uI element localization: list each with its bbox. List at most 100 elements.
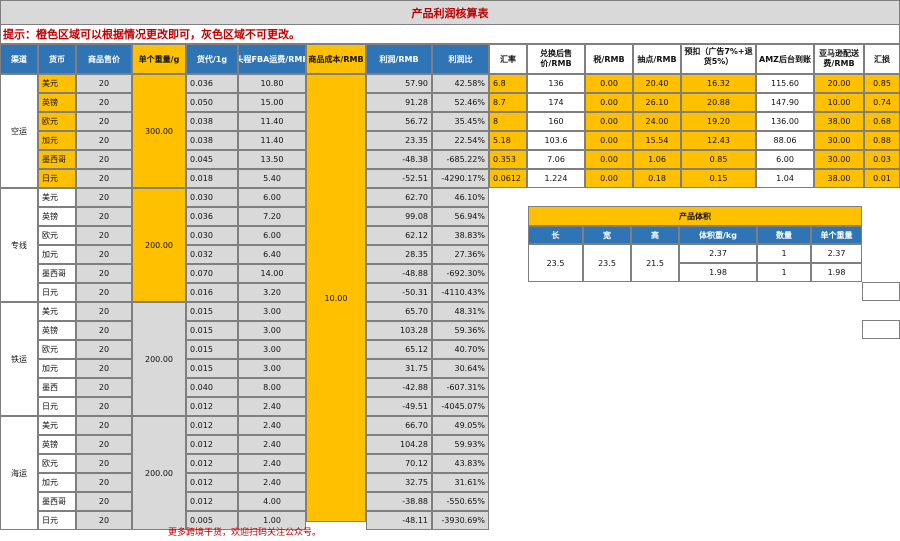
header-profit-ratio: 利润比 [432,44,489,74]
profit-ratio-cell: 42.58% [432,74,489,93]
exchange-rate-cell[interactable]: 0.353 [489,150,527,169]
fx-loss-cell[interactable]: 0.03 [864,150,900,169]
converted-price-cell: 7.06 [527,150,585,169]
withholding-cell[interactable]: 19.20 [681,112,756,131]
exchange-rate-cell[interactable]: 6.8 [489,74,527,93]
fx-loss-cell[interactable]: 0.01 [864,169,900,188]
volume-qty-2[interactable]: 1 [757,263,811,282]
currency-cell: 欧元 [38,226,76,245]
currency-cell: 日元 [38,169,76,188]
fba-cell: 13.50 [238,150,306,169]
currency-cell: 墨西哥 [38,264,76,283]
currency-cell: 加元 [38,245,76,264]
withholding-cell[interactable]: 12.43 [681,131,756,150]
volume-weight-1: 2.37 [679,244,757,263]
profit-ratio-cell: -692.30% [432,264,489,283]
price-cell: 20 [76,435,132,454]
rate-cell: 0.036 [186,207,238,226]
header-channel: 渠道 [0,44,38,74]
cost-cell[interactable]: 10.00 [306,74,366,522]
amz-received-cell: 6.00 [756,150,814,169]
amazon-shipping-cell[interactable]: 20.00 [814,74,864,93]
currency-cell: 墨西哥 [38,150,76,169]
commission-cell[interactable]: 0.18 [633,169,681,188]
profit-ratio-cell: 59.93% [432,435,489,454]
price-cell: 20 [76,74,132,93]
channel-cell: 专线 [0,188,38,302]
fx-loss-cell[interactable]: 0.74 [864,93,900,112]
tax-cell[interactable]: 0.00 [585,93,633,112]
header-weight: 单个重量/g [132,44,186,74]
price-cell: 20 [76,397,132,416]
withholding-cell[interactable]: 20.88 [681,93,756,112]
amazon-shipping-cell[interactable]: 38.00 [814,112,864,131]
empty-cell[interactable] [862,282,900,301]
profit-cell: 70.12 [366,454,432,473]
rate-cell: 0.015 [186,340,238,359]
amazon-shipping-cell[interactable]: 38.00 [814,169,864,188]
amz-received-cell: 136.00 [756,112,814,131]
profit-cell: 56.72 [366,112,432,131]
rate-cell: 0.038 [186,112,238,131]
volume-height[interactable]: 21.5 [631,244,679,282]
volume-qty-1[interactable]: 1 [757,244,811,263]
withholding-cell[interactable]: 16.32 [681,74,756,93]
commission-cell[interactable]: 26.10 [633,93,681,112]
rate-cell: 0.012 [186,435,238,454]
amazon-shipping-cell[interactable]: 30.00 [814,131,864,150]
profit-cell: 32.75 [366,473,432,492]
profit-cell: -52.51 [366,169,432,188]
tax-cell[interactable]: 0.00 [585,74,633,93]
fx-loss-cell[interactable]: 0.85 [864,74,900,93]
rate-cell: 0.012 [186,473,238,492]
price-cell: 20 [76,245,132,264]
header-fx-loss: 汇损 [864,44,900,74]
price-cell: 20 [76,302,132,321]
profit-ratio-cell: 48.31% [432,302,489,321]
tax-cell[interactable]: 0.00 [585,150,633,169]
withholding-cell[interactable]: 0.85 [681,150,756,169]
tax-cell[interactable]: 0.00 [585,131,633,150]
header-cost: 商品成本/RMB [306,44,366,74]
currency-cell: 美元 [38,188,76,207]
commission-cell[interactable]: 15.54 [633,131,681,150]
weight-cell[interactable]: 200.00 [132,188,186,302]
amazon-shipping-cell[interactable]: 30.00 [814,150,864,169]
price-cell: 20 [76,188,132,207]
volume-width[interactable]: 23.5 [583,244,631,282]
fba-cell: 6.00 [238,188,306,207]
profit-cell: 104.28 [366,435,432,454]
commission-cell[interactable]: 20.40 [633,74,681,93]
tip-bar: 提示：橙色区域可以根据情况更改即可，灰色区域不可更改。 [0,25,900,44]
withholding-cell[interactable]: 0.15 [681,169,756,188]
price-cell: 20 [76,131,132,150]
commission-cell[interactable]: 1.06 [633,150,681,169]
price-cell: 20 [76,283,132,302]
fx-loss-cell[interactable]: 0.68 [864,112,900,131]
commission-cell[interactable]: 24.00 [633,112,681,131]
profit-ratio-cell: -685.22% [432,150,489,169]
price-cell: 20 [76,454,132,473]
volume-header-width: 宽 [583,226,631,244]
exchange-rate-cell[interactable]: 8.7 [489,93,527,112]
empty-cell[interactable] [862,320,900,339]
weight-cell[interactable]: 300.00 [132,74,186,188]
volume-length[interactable]: 23.5 [528,244,583,282]
channel-cell: 铁运 [0,302,38,416]
currency-cell: 美元 [38,416,76,435]
currency-cell: 欧元 [38,340,76,359]
header-commission: 抽点/RMB [633,44,681,74]
price-cell: 20 [76,321,132,340]
weight-cell: 200.00 [132,302,186,416]
fx-loss-cell[interactable]: 0.88 [864,131,900,150]
exchange-rate-cell[interactable]: 5.18 [489,131,527,150]
exchange-rate-cell[interactable]: 0.0612 [489,169,527,188]
profit-cell: -42.88 [366,378,432,397]
fba-cell: 3.00 [238,302,306,321]
channel-cell: 海运 [0,416,38,530]
tax-cell[interactable]: 0.00 [585,112,633,131]
exchange-rate-cell[interactable]: 8 [489,112,527,131]
tax-cell[interactable]: 0.00 [585,169,633,188]
amazon-shipping-cell[interactable]: 10.00 [814,93,864,112]
rate-cell: 0.036 [186,74,238,93]
